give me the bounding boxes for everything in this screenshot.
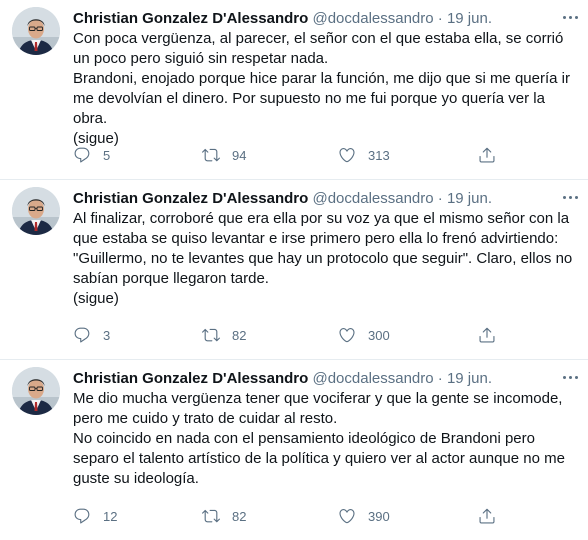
tweet-text: Me dio mucha vergüenza tener que vocifer…: [73, 389, 578, 489]
tweet-text-line: Al finalizar, corroboré que era ella por…: [73, 210, 573, 287]
tweet-text: Al finalizar, corroboré que era ella por…: [73, 209, 578, 309]
tweet-date[interactable]: 19 jun.: [447, 10, 492, 27]
tweet[interactable]: Christian Gonzalez D'Alessandro @docdale…: [0, 180, 588, 360]
more-icon[interactable]: [558, 7, 582, 27]
retweet-count: 82: [232, 508, 247, 524]
tweet-header: Christian Gonzalez D'Alessandro @docdale…: [73, 9, 548, 29]
retweet-icon: [202, 148, 220, 162]
author-name[interactable]: Christian Gonzalez D'Alessandro: [73, 10, 308, 27]
heart-icon: [339, 148, 355, 163]
heart-icon: [339, 509, 355, 524]
like-button[interactable]: 390: [338, 506, 390, 526]
reply-button[interactable]: 3: [73, 325, 110, 345]
tweet-text-line: (sigue): [73, 290, 119, 307]
reply-count: 3: [103, 327, 111, 343]
tweet-date[interactable]: 19 jun.: [447, 370, 492, 387]
more-icon[interactable]: [558, 187, 582, 207]
reply-count: 5: [103, 147, 111, 163]
tweet-text-line: No coincido en nada con el pensamiento i…: [73, 430, 565, 487]
share-button[interactable]: [478, 325, 508, 345]
share-button[interactable]: [478, 145, 508, 165]
tweet-text-line: Brandoni, enojado porque hice parar la f…: [73, 70, 570, 127]
reply-icon: [74, 327, 90, 343]
reply-button[interactable]: 12: [73, 506, 117, 526]
retweet-button[interactable]: 94: [202, 145, 246, 165]
reply-icon: [74, 508, 90, 524]
avatar-image: [12, 187, 60, 235]
author-handle[interactable]: @docdalessandro: [312, 370, 433, 387]
avatar-image: [12, 367, 60, 415]
tweet-text: Con poca vergüenza, al parecer, el señor…: [73, 29, 578, 149]
tweet-header: Christian Gonzalez D'Alessandro @docdale…: [73, 369, 548, 389]
heart-icon: [339, 328, 355, 343]
like-button[interactable]: 300: [338, 325, 390, 345]
reply-icon: [74, 147, 90, 163]
tweet[interactable]: Christian Gonzalez D'Alessandro @docdale…: [0, 360, 588, 540]
tweet-date[interactable]: 19 jun.: [447, 190, 492, 207]
share-icon: [479, 327, 495, 343]
author-handle[interactable]: @docdalessandro: [312, 10, 433, 27]
tweet-actions: 3 82 300: [73, 325, 568, 345]
avatar[interactable]: [12, 7, 60, 55]
like-count: 300: [368, 327, 390, 343]
like-count: 390: [368, 508, 390, 524]
author-name[interactable]: Christian Gonzalez D'Alessandro: [73, 370, 308, 387]
tweet-actions: 12 82 390: [73, 506, 568, 526]
separator-dot: ·: [437, 370, 443, 387]
tweet[interactable]: Christian Gonzalez D'Alessandro @docdale…: [0, 0, 588, 180]
more-icon[interactable]: [558, 367, 582, 387]
retweet-icon: [202, 328, 220, 342]
retweet-button[interactable]: 82: [202, 506, 246, 526]
reply-button[interactable]: 5: [73, 145, 110, 165]
tweet-actions: 5 94 313: [73, 145, 568, 165]
like-button[interactable]: 313: [338, 145, 390, 165]
avatar[interactable]: [12, 187, 60, 235]
separator-dot: ·: [437, 190, 443, 207]
retweet-count: 94: [232, 147, 247, 163]
tweet-text-line: Con poca vergüenza, al parecer, el señor…: [73, 30, 564, 67]
retweet-button[interactable]: 82: [202, 325, 246, 345]
share-icon: [479, 147, 495, 163]
retweet-count: 82: [232, 327, 247, 343]
avatar-image: [12, 7, 60, 55]
author-handle[interactable]: @docdalessandro: [312, 190, 433, 207]
tweet-header: Christian Gonzalez D'Alessandro @docdale…: [73, 189, 548, 209]
reply-count: 12: [103, 508, 118, 524]
tweet-thread: Christian Gonzalez D'Alessandro @docdale…: [0, 0, 588, 540]
share-button[interactable]: [478, 506, 508, 526]
like-count: 313: [368, 147, 390, 163]
retweet-icon: [202, 509, 220, 523]
share-icon: [479, 508, 495, 524]
author-name[interactable]: Christian Gonzalez D'Alessandro: [73, 190, 308, 207]
avatar[interactable]: [12, 367, 60, 415]
tweet-text-line: Me dio mucha vergüenza tener que vocifer…: [73, 390, 563, 427]
separator-dot: ·: [437, 10, 443, 27]
